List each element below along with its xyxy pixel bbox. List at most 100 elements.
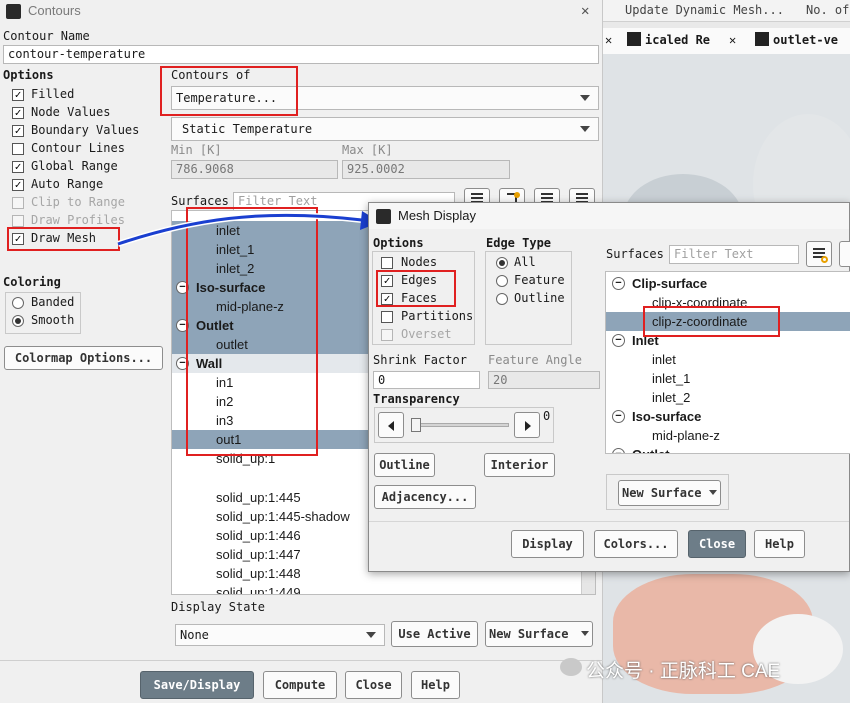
mesh-surfaces-label: Surfaces [606,247,664,261]
checkbox[interactable]: ✓ [381,293,393,305]
interior-button[interactable]: Interior [484,453,555,477]
edge-type-title: Edge Type [486,236,552,250]
help-button[interactable]: Help [411,671,460,699]
contours-of-label: Contours of [171,68,251,82]
list-group[interactable]: − Outlet [606,445,850,453]
mesh-help-button[interactable]: Help [754,530,805,558]
ansys-logo-icon [627,32,641,46]
coloring-smooth-label: Smooth [31,313,75,327]
checkbox[interactable]: ✓ [12,233,24,245]
collapse-minus-icon[interactable]: − [612,448,625,453]
colormap-options-button[interactable]: Colormap Options... [4,346,163,370]
ansys-logo-icon [376,209,391,224]
graphics-tab-2[interactable]: outlet-ve [773,33,838,47]
radio-banded[interactable] [12,297,24,309]
max-field: 925.0002 [342,160,510,179]
new-surface-button[interactable]: New Surface [485,621,593,647]
select-all-icon[interactable] [806,241,832,267]
option-label: Draw Mesh [31,231,97,245]
contours-of-dropdown[interactable]: Temperature... [171,86,599,110]
ansys-logo-icon [755,32,769,46]
list-item[interactable]: inlet [606,350,850,369]
tabbar-extra-text: No. of [806,3,850,17]
option-label: Edges [401,273,438,287]
list-group[interactable]: − Clip-surface [606,274,850,293]
slider-track[interactable] [411,423,509,427]
mesh-surfaces-filter-input[interactable]: Filter Text [669,245,799,264]
list-item[interactable]: inlet_2 [606,388,850,407]
collapse-minus-icon[interactable]: − [612,410,625,423]
colors-button[interactable]: Colors... [594,530,678,558]
list-item-label: inlet [652,352,676,367]
mesh-new-surface-button[interactable]: New Surface [618,480,721,506]
shrink-factor-input[interactable]: 0 [373,371,480,389]
collapse-minus-icon[interactable]: − [176,357,189,370]
checkbox[interactable] [381,311,393,323]
list-item[interactable]: solid_up:1:449 [172,583,595,594]
close-icon[interactable]: ✕ [605,33,612,47]
list-item[interactable]: clip-x-coordinate [606,293,850,312]
coloring-banded-label: Banded [31,295,75,309]
checkbox[interactable]: ✓ [12,161,24,173]
chevron-down-icon [366,632,376,638]
display-state-label: Display State [171,600,265,614]
list-item-label: solid_up:1:445-shadow [216,509,350,524]
checkbox [12,197,24,209]
outline-button[interactable]: Outline [374,453,435,477]
list-group-label: Iso-surface [632,409,702,424]
mesh-close-button[interactable]: Close [688,530,746,558]
collapse-minus-icon[interactable]: − [176,319,189,332]
min-label: Min [K] [171,143,222,157]
close-button[interactable]: Close [345,671,402,699]
checkbox[interactable]: ✓ [381,275,393,287]
mesh-titlebar: Mesh Display [369,203,849,229]
max-label: Max [K] [342,143,393,157]
compute-button[interactable]: Compute [263,671,337,699]
checkbox[interactable]: ✓ [12,125,24,137]
wechat-icon [560,658,582,676]
graphics-tab-1[interactable]: icaled Re [645,33,710,47]
contour-name-input[interactable]: contour-temperature [3,45,599,64]
min-field: 786.9068 [171,160,338,179]
collapse-minus-icon[interactable]: − [176,281,189,294]
list-item[interactable]: mid-plane-z [606,426,850,445]
collapse-minus-icon[interactable]: − [612,334,625,347]
save-display-button[interactable]: Save/Display [140,671,254,699]
tabbar-text: Update Dynamic Mesh... [625,3,784,17]
deselect-icon[interactable] [839,241,850,267]
mesh-options-title: Options [373,236,424,250]
checkbox[interactable]: ✓ [12,89,24,101]
slider-left-button[interactable] [378,412,404,438]
mesh-surfaces-list[interactable]: − Clip-surface clip-x-coordinate clip-z-c… [605,271,850,454]
checkbox[interactable]: ✓ [12,107,24,119]
checkbox[interactable] [12,143,24,155]
checkbox[interactable] [381,257,393,269]
list-group[interactable]: − Inlet [606,331,850,350]
background-tabbar: Update Dynamic Mesh... No. of [603,0,850,22]
display-button[interactable]: Display [511,530,584,558]
collapse-minus-icon[interactable]: − [612,277,625,290]
close-icon[interactable]: ✕ [581,0,589,22]
list-group[interactable]: − Iso-surface [606,407,850,426]
list-item-label: inlet_1 [652,371,691,386]
slider-thumb[interactable] [411,418,421,432]
display-state-dropdown[interactable]: None [175,624,385,646]
list-group-label: Wall [196,356,223,371]
radio-outline[interactable] [496,293,508,305]
slider-right-button[interactable] [514,412,540,438]
option-label: Overset [401,327,452,341]
radio-smooth[interactable] [12,315,24,327]
list-item[interactable]: inlet_1 [606,369,850,388]
contours-title: Contours [28,3,81,18]
use-active-button[interactable]: Use Active [391,621,478,647]
divider [369,521,849,522]
adjacency-button[interactable]: Adjacency... [374,485,476,509]
checkbox[interactable]: ✓ [12,179,24,191]
close-icon[interactable]: ✕ [729,33,736,47]
contours-of-sub-dropdown[interactable]: Static Temperature [171,117,599,141]
radio-feature[interactable] [496,275,508,287]
options-title: Options [3,68,54,82]
list-item[interactable]: clip-z-coordinate [606,312,850,331]
feature-angle-input: 20 [488,371,600,389]
radio-all[interactable] [496,257,508,269]
